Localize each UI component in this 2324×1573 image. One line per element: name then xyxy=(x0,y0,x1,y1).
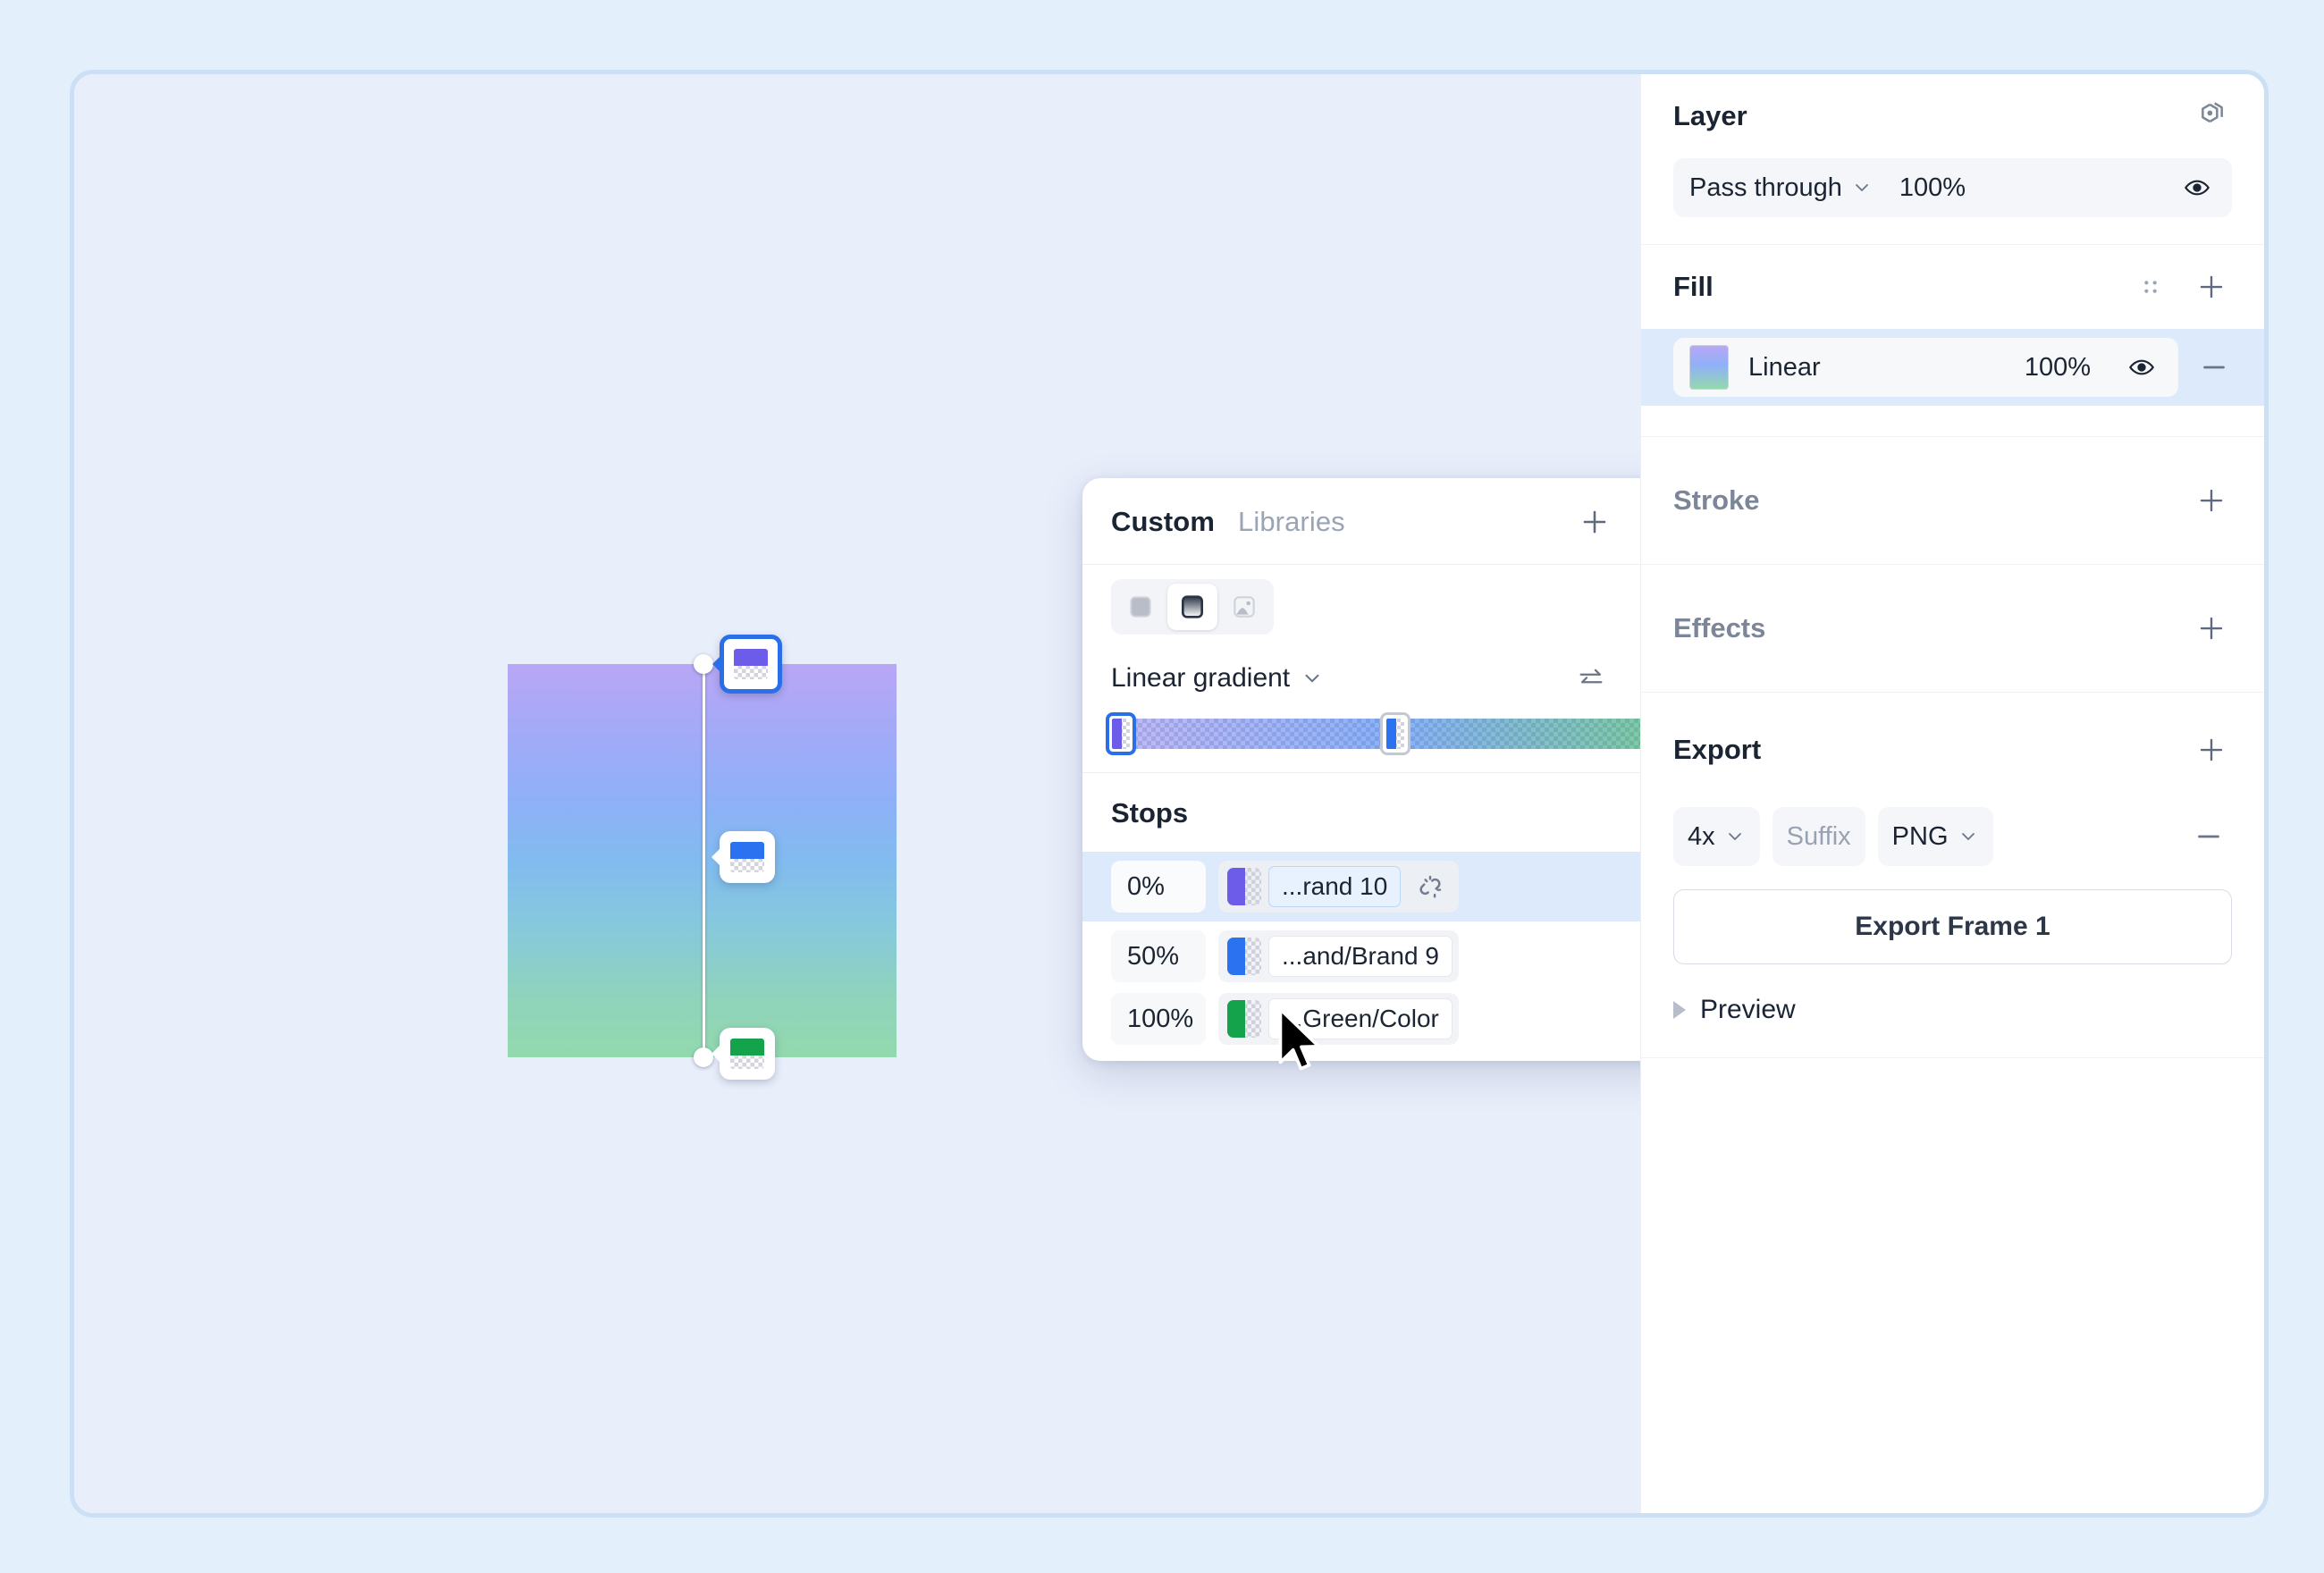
gradient-bar-stop-1[interactable] xyxy=(1380,712,1410,755)
canvas-gradient-stop-handle-1[interactable] xyxy=(720,831,775,883)
export-scale-value: 4x xyxy=(1688,821,1715,851)
stop-color-preview xyxy=(1112,719,1130,749)
export-suffix-placeholder: Suffix xyxy=(1786,821,1851,851)
reverse-icon[interactable] xyxy=(1570,658,1612,699)
add-fill-button[interactable] xyxy=(2191,266,2232,307)
fill-opacity-value[interactable]: 100% xyxy=(2025,353,2091,383)
gradient-type-label[interactable]: Linear gradient xyxy=(1111,663,1290,694)
stroke-header: Stroke xyxy=(1673,437,2232,564)
blend-mode-value[interactable]: Pass through xyxy=(1689,173,1842,203)
export-settings-row: 4x Suffix PNG xyxy=(1673,807,2232,866)
stop-row-1[interactable]: 50% ...and/Brand 9 xyxy=(1082,921,1708,991)
fill-type-section xyxy=(1082,565,1708,651)
stop-color-swatch-0[interactable] xyxy=(1227,868,1261,905)
properties-sidebar: Layer Pass through 100% Fill Linear 100%… xyxy=(1640,74,2264,1513)
layer-opacity-value[interactable]: 100% xyxy=(1899,173,1966,203)
fill-section: Fill Linear 100% xyxy=(1641,245,2264,437)
fill-header: Fill xyxy=(1673,245,2232,329)
fill-type-gradient-icon[interactable] xyxy=(1167,584,1217,630)
stop-color-swatch-1[interactable] xyxy=(1227,938,1261,975)
stop-color-preview xyxy=(730,1039,764,1069)
fill-item-row[interactable]: Linear 100% xyxy=(1641,329,2264,406)
export-suffix-input[interactable]: Suffix xyxy=(1772,807,1865,866)
chevron-down-icon xyxy=(1724,826,1746,847)
stop-row-0[interactable]: 0% ...rand 10 xyxy=(1082,852,1708,921)
fill-type-solid-icon[interactable] xyxy=(1116,584,1166,630)
fill-swatch[interactable] xyxy=(1689,345,1729,390)
fill-type-toggle-group xyxy=(1111,579,1274,635)
stops-title: Stops xyxy=(1111,797,1189,829)
remove-export-setting-button[interactable] xyxy=(2185,813,2232,860)
layer-section: Layer Pass through 100% xyxy=(1641,74,2264,245)
stop-color-swatch-2[interactable] xyxy=(1227,1000,1261,1038)
component-icon[interactable] xyxy=(2191,96,2232,137)
stop-position-input-1[interactable]: 50% xyxy=(1111,930,1206,982)
effects-header: Effects xyxy=(1673,565,2232,692)
grid-dots-icon[interactable] xyxy=(2130,266,2171,307)
gradient-axis-start-handle[interactable] xyxy=(694,654,713,674)
gradient-bar[interactable] xyxy=(1106,712,1685,755)
export-frame-button[interactable]: Export Frame 1 xyxy=(1673,889,2232,964)
layer-title: Layer xyxy=(1673,100,1747,131)
stop-color-name-2[interactable]: ...Green/Color xyxy=(1268,998,1452,1039)
stop-color-preview xyxy=(1386,719,1404,749)
fill-title: Fill xyxy=(1673,271,1714,302)
tab-custom[interactable]: Custom xyxy=(1111,506,1215,538)
fill-type-image-icon[interactable] xyxy=(1219,584,1269,630)
app-window: Custom Libraries Linear gradient Stops 0… xyxy=(70,70,2269,1518)
effects-title: Effects xyxy=(1673,612,1766,644)
gradient-picker-popover: Custom Libraries Linear gradient Stops 0… xyxy=(1082,478,1708,1061)
preview-label: Preview xyxy=(1700,995,1796,1024)
stops-header: Stops xyxy=(1082,773,1708,852)
chevron-down-icon xyxy=(1958,826,1979,847)
stop-color-preview xyxy=(730,842,764,872)
stop-color-name-0[interactable]: ...rand 10 xyxy=(1268,866,1402,907)
canvas-gradient-stop-handle-0[interactable] xyxy=(720,635,782,694)
stop-color-name-1[interactable]: ...and/Brand 9 xyxy=(1268,936,1452,977)
gradient-bar-section xyxy=(1082,699,1708,772)
gradient-bar-stop-0[interactable] xyxy=(1106,712,1136,755)
tab-libraries[interactable]: Libraries xyxy=(1238,506,1345,538)
export-header: Export xyxy=(1673,693,2232,807)
picker-header: Custom Libraries xyxy=(1082,478,1708,564)
export-format-select[interactable]: PNG xyxy=(1877,807,1993,866)
canvas-gradient-stop-handle-2[interactable] xyxy=(720,1028,775,1080)
chevron-down-icon[interactable] xyxy=(1851,177,1873,198)
export-title: Export xyxy=(1673,734,1762,765)
stroke-title: Stroke xyxy=(1673,484,1760,516)
gradient-axis-end-handle[interactable] xyxy=(694,1047,713,1067)
layer-header: Layer xyxy=(1673,74,2232,158)
eye-icon[interactable] xyxy=(2121,347,2162,388)
add-effect-button[interactable] xyxy=(2191,608,2232,649)
stop-color-group-1: ...and/Brand 9 xyxy=(1218,930,1459,982)
chevron-down-icon[interactable] xyxy=(1301,667,1324,690)
export-format-value: PNG xyxy=(1891,821,1949,851)
add-stroke-button[interactable] xyxy=(2191,480,2232,521)
remove-fill-button[interactable] xyxy=(2191,344,2237,391)
fill-section-padding xyxy=(1673,406,2232,436)
fill-item-chip[interactable]: Linear 100% xyxy=(1673,338,2178,397)
export-scale-select[interactable]: 4x xyxy=(1673,807,1760,866)
eye-icon[interactable] xyxy=(2177,167,2218,208)
triangle-right-icon xyxy=(1673,1001,1686,1019)
gradient-axis-line[interactable] xyxy=(703,664,705,1057)
stop-color-group-0: ...rand 10 xyxy=(1218,861,1460,913)
stop-position-input-0[interactable]: 0% xyxy=(1111,861,1206,913)
add-export-button[interactable] xyxy=(2191,729,2232,770)
stop-color-group-2: ...Green/Color xyxy=(1218,993,1459,1045)
export-section: Export 4x Suffix PNG Export Frame 1 Prev… xyxy=(1641,693,2264,1058)
effects-section: Effects xyxy=(1641,565,2264,693)
design-canvas[interactable]: Custom Libraries Linear gradient Stops 0… xyxy=(74,74,1708,1513)
unlink-icon[interactable] xyxy=(1408,864,1452,909)
add-style-button[interactable] xyxy=(1574,501,1615,543)
stop-color-preview xyxy=(734,649,768,679)
blend-mode-row[interactable]: Pass through 100% xyxy=(1673,158,2232,217)
stop-row-2[interactable]: 100% ...Green/Color xyxy=(1082,991,1708,1061)
stroke-section: Stroke xyxy=(1641,437,2264,565)
fill-type-name: Linear xyxy=(1748,352,1821,382)
stop-position-input-2[interactable]: 100% xyxy=(1111,993,1206,1045)
gradient-mode-row: Linear gradient xyxy=(1082,651,1708,699)
preview-disclosure[interactable]: Preview xyxy=(1673,995,2232,1057)
